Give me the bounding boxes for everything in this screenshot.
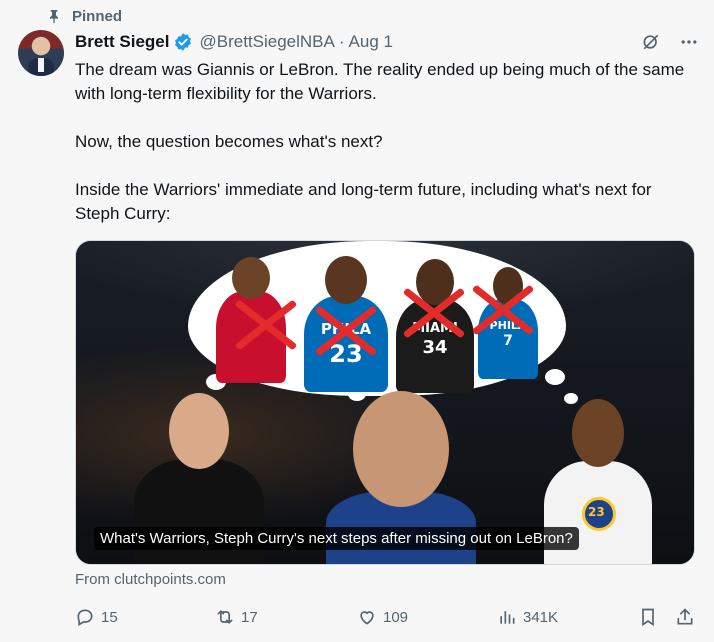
repost-button[interactable]: 17	[215, 607, 258, 627]
like-count: 109	[383, 608, 409, 626]
pinned-label: Pinned	[72, 7, 123, 25]
tweet-text: The dream was Giannis or LeBron. The rea…	[75, 58, 695, 226]
link-card-image[interactable]: PHILA 23 MIAMI 34 PHILA 7 23 What's Warr…	[75, 240, 695, 565]
repost-icon	[217, 610, 233, 624]
x-mark-icon	[314, 299, 378, 363]
reply-icon	[77, 609, 93, 626]
jersey-number: 23	[588, 505, 605, 519]
grok-icon[interactable]	[640, 31, 662, 53]
share-icon	[677, 608, 693, 625]
author-name[interactable]: Brett Siegel	[75, 32, 169, 52]
avatar[interactable]	[18, 30, 64, 76]
x-mark-icon	[402, 281, 466, 345]
tweet-actions: 15 17 109 341K	[75, 604, 695, 630]
thought-bubble	[564, 393, 578, 404]
views-button[interactable]: 341K	[497, 607, 558, 627]
bookmark-button[interactable]	[638, 607, 658, 627]
like-button[interactable]: 109	[357, 607, 408, 627]
tweet-paragraph: Inside the Warriors' immediate and long-…	[75, 180, 652, 223]
x-mark-icon	[234, 293, 298, 357]
reply-count: 15	[101, 608, 118, 626]
pinned-indicator: Pinned	[44, 6, 122, 26]
share-button[interactable]	[675, 607, 695, 627]
verified-badge-icon[interactable]	[173, 32, 193, 52]
tweet-paragraph: The dream was Giannis or LeBron. The rea…	[75, 60, 685, 103]
bookmark-icon	[642, 608, 654, 627]
more-options-icon[interactable]	[678, 31, 700, 53]
separator: ·	[338, 32, 345, 51]
tweet-date[interactable]: Aug 1	[349, 32, 393, 52]
card-caption: What's Warriors, Steph Curry's next step…	[94, 527, 579, 550]
repost-count: 17	[241, 608, 258, 626]
heart-icon	[360, 611, 374, 625]
card-source[interactable]: From clutchpoints.com	[75, 571, 226, 588]
author-handle[interactable]: @BrettSiegelNBA	[199, 32, 334, 52]
pin-icon	[44, 6, 64, 26]
tweet-paragraph: Now, the question becomes what's next?	[75, 132, 383, 151]
views-count: 341K	[523, 608, 559, 626]
views-icon	[500, 611, 515, 624]
x-mark-icon	[476, 283, 530, 337]
thought-bubble	[545, 369, 565, 385]
reply-button[interactable]: 15	[75, 607, 118, 627]
tweet-header: Brett Siegel @BrettSiegelNBA · Aug 1	[75, 30, 700, 54]
